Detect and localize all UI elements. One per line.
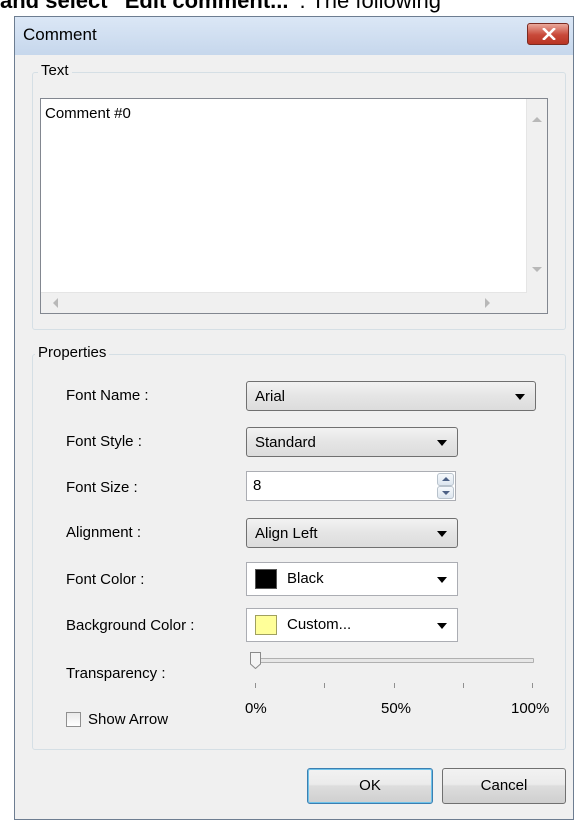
vertical-scrollbar[interactable]	[526, 99, 547, 295]
chevron-down-icon	[437, 440, 447, 446]
scrollbar-corner	[527, 293, 547, 313]
transparency-label: Transparency :	[66, 665, 166, 682]
spin-down-button[interactable]	[437, 486, 454, 499]
font-style-label: Font Style :	[66, 433, 142, 450]
transparency-slider-track[interactable]	[256, 658, 534, 663]
font-name-value: Arial	[255, 388, 286, 405]
font-color-swatch	[255, 569, 277, 589]
chevron-down-icon	[515, 394, 525, 400]
text-group-legend: Text	[38, 62, 72, 79]
cancel-button[interactable]: Cancel	[442, 768, 566, 804]
instruction-plain: . The following	[299, 0, 441, 13]
comment-text-area[interactable]: Comment #0	[40, 98, 548, 314]
font-name-select[interactable]: Arial	[246, 381, 536, 411]
slider-tick	[394, 683, 395, 688]
font-color-label: Font Color :	[66, 571, 145, 588]
show-arrow-label[interactable]: Show Arrow	[88, 711, 168, 728]
ok-button[interactable]: OK	[307, 768, 433, 804]
slider-label-100: 100%	[511, 700, 550, 717]
slider-label-50: 50%	[381, 700, 412, 717]
show-arrow-checkbox[interactable]	[66, 712, 81, 727]
scroll-left-icon[interactable]	[53, 298, 58, 308]
background-color-value: Custom...	[287, 616, 352, 633]
properties-group	[32, 354, 566, 750]
font-color-value: Black	[287, 570, 324, 587]
slider-tick	[255, 683, 256, 688]
background-color-select[interactable]: Custom...	[246, 608, 458, 642]
slider-tick	[324, 683, 325, 688]
alignment-label: Alignment :	[66, 524, 142, 541]
transparency-slider-thumb[interactable]	[250, 652, 261, 669]
chevron-down-icon	[437, 623, 447, 629]
slider-label-0: 0%	[245, 700, 267, 717]
background-color-label: Background Color :	[66, 617, 195, 634]
close-icon	[542, 28, 556, 40]
font-size-label: Font Size :	[66, 479, 138, 496]
scroll-up-icon[interactable]	[532, 117, 542, 122]
font-size-value: 8	[253, 477, 262, 494]
alignment-value: Align Left	[255, 525, 318, 542]
dialog-title: Comment	[23, 25, 97, 44]
close-button[interactable]	[527, 23, 569, 45]
spin-up-icon	[442, 477, 450, 481]
chevron-down-icon	[437, 577, 447, 583]
scroll-down-icon[interactable]	[532, 267, 542, 272]
properties-group-legend: Properties	[35, 344, 110, 361]
background-color-swatch	[255, 615, 277, 635]
slider-tick	[463, 683, 464, 688]
scroll-right-icon[interactable]	[485, 298, 490, 308]
instruction-bold: and select “Edit comment...”	[0, 0, 300, 13]
font-style-select[interactable]: Standard	[246, 427, 458, 457]
comment-text-content: Comment #0	[45, 105, 131, 122]
alignment-select[interactable]: Align Left	[246, 518, 458, 548]
font-size-spinner[interactable]: 8	[246, 471, 456, 501]
chevron-down-icon	[437, 531, 447, 537]
font-name-label: Font Name :	[66, 387, 149, 404]
slider-tick	[532, 683, 533, 688]
font-style-value: Standard	[255, 434, 316, 451]
dialog-titlebar[interactable]: Comment	[15, 17, 573, 55]
spin-up-button[interactable]	[437, 473, 454, 486]
horizontal-scrollbar[interactable]	[41, 292, 527, 313]
font-color-select[interactable]: Black	[246, 562, 458, 596]
spin-down-icon	[442, 491, 450, 495]
